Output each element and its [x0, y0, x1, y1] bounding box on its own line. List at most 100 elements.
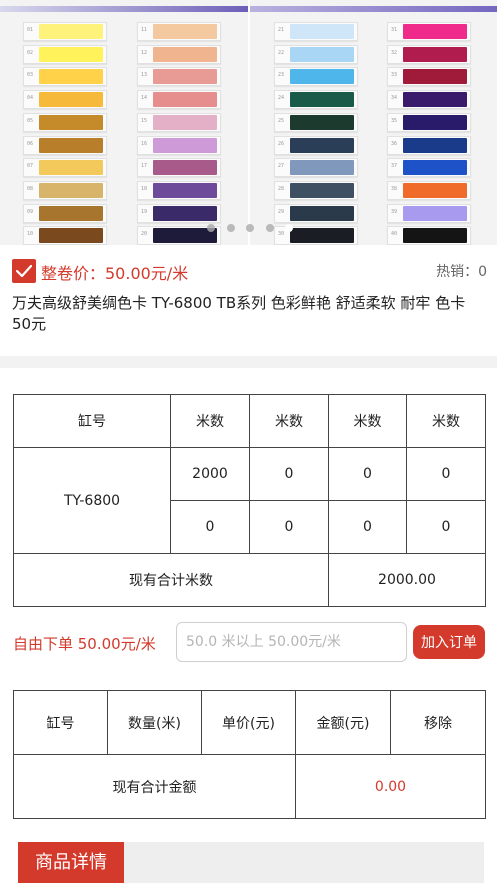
stock-table: 缸号 米数 米数 米数 米数 TY-6800 2000 0 0 0 0 0 0 … — [13, 394, 486, 607]
swatch-code: 29 — [278, 208, 285, 215]
color-swatch — [403, 24, 467, 39]
table-header-row: 缸号 米数 米数 米数 米数 — [13, 394, 486, 448]
swatch-code: 25 — [278, 117, 285, 124]
header-cell: 单价(元) — [201, 690, 296, 755]
color-swatch — [153, 114, 217, 130]
color-swatch-card: 29 — [274, 203, 358, 223]
color-swatch — [403, 92, 467, 108]
swatch-code: 13 — [141, 72, 148, 79]
swatch-code: 07 — [27, 163, 34, 170]
swatch-code: 18 — [141, 185, 148, 192]
color-swatch-card: 08 — [23, 180, 107, 200]
swatch-code: 19 — [141, 208, 148, 215]
color-swatch-card: 01 — [23, 22, 107, 41]
color-swatch-card: 05 — [23, 112, 107, 132]
carousel-dot[interactable] — [246, 224, 254, 232]
tab-product-details[interactable]: 商品详情 — [18, 842, 124, 883]
color-swatch — [403, 160, 467, 176]
color-swatch-card: 19 — [137, 203, 221, 223]
carousel-dots[interactable] — [0, 223, 497, 233]
color-swatch — [39, 46, 103, 62]
table-total-row: 现有合计米数 2000.00 — [13, 553, 486, 607]
order-quantity-input[interactable] — [176, 622, 407, 662]
header-cell: 数量(米) — [107, 690, 202, 755]
swatch-code: 12 — [141, 49, 148, 56]
total-meters-label: 现有合计米数 — [13, 553, 329, 607]
swatch-code: 26 — [278, 140, 285, 147]
table-total-row: 现有合计金额 0.00 — [13, 754, 486, 819]
color-swatch — [39, 24, 103, 39]
color-swatch-card: 09 — [23, 203, 107, 223]
color-swatch — [39, 92, 103, 108]
batch-number-cell[interactable]: TY-6800 — [13, 447, 171, 554]
meters-cell[interactable]: 0 — [406, 500, 486, 554]
color-swatch — [153, 46, 217, 62]
color-swatch-card: 31 — [387, 22, 471, 41]
color-swatch — [403, 137, 467, 153]
color-swatch-card: 24 — [274, 90, 358, 110]
whole-roll-checkbox[interactable] — [12, 259, 36, 283]
color-swatch-card: 33 — [387, 67, 471, 87]
color-swatch — [153, 92, 217, 108]
color-swatch-card: 23 — [274, 67, 358, 87]
swatch-code: 27 — [278, 163, 285, 170]
product-image-carousel[interactable]: 01 02 03 04 05 06 07 08 09 10 11 12 13 14 15 16 17 18 19 20… — [0, 0, 497, 245]
swatch-code: 33 — [391, 72, 398, 79]
color-swatch-card: 25 — [274, 112, 358, 132]
color-swatch — [403, 46, 467, 62]
swatch-code: 32 — [391, 49, 398, 56]
color-swatch — [153, 137, 217, 153]
free-order-row: 自由下单 50.00元/米 加入订单 — [13, 622, 485, 662]
carousel-dot[interactable] — [226, 224, 235, 232]
color-swatch-card: 04 — [23, 90, 107, 110]
swatch-code: 24 — [278, 95, 285, 102]
color-swatch — [39, 205, 103, 221]
swatch-code: 17 — [141, 163, 148, 170]
color-swatch — [153, 160, 217, 176]
color-swatch — [39, 182, 103, 198]
carousel-dot[interactable] — [265, 224, 274, 232]
product-page: 01 02 03 04 05 06 07 08 09 10 11 12 13 14 15 16 17 18 19 20… — [0, 0, 497, 883]
carousel-dot[interactable] — [285, 224, 293, 232]
free-order-label: 自由下单 50.00元/米 — [13, 635, 156, 653]
header-cell: 米数 — [406, 394, 486, 448]
header-cell: 金额(元) — [295, 690, 391, 755]
swatch-code: 15 — [141, 117, 148, 124]
color-swatch-card: 39 — [387, 203, 471, 223]
color-swatch — [403, 205, 467, 221]
meters-cell[interactable]: 0 — [328, 447, 407, 501]
meters-cell[interactable]: 2000 — [170, 447, 250, 501]
color-swatch-card: 15 — [137, 112, 221, 132]
meters-cell[interactable]: 0 — [170, 500, 250, 554]
carousel-dot[interactable] — [207, 224, 215, 232]
color-swatch-card: 27 — [274, 158, 358, 178]
swatch-code: 06 — [27, 140, 34, 147]
detail-tab-bar: 商品详情 — [18, 842, 484, 883]
meters-cell[interactable]: 0 — [249, 447, 329, 501]
add-to-order-button[interactable]: 加入订单 — [413, 625, 485, 659]
color-swatch-card: 11 — [137, 22, 221, 41]
color-swatch — [290, 46, 354, 62]
meters-cell[interactable]: 0 — [406, 447, 486, 501]
color-swatch-card: 12 — [137, 44, 221, 64]
color-swatch-card: 03 — [23, 67, 107, 87]
color-swatch-card: 17 — [137, 158, 221, 178]
meters-cell[interactable]: 0 — [328, 500, 407, 554]
image-divider — [248, 0, 250, 245]
color-swatch-card: 14 — [137, 90, 221, 110]
swatch-code: 04 — [27, 95, 34, 102]
section-divider — [0, 356, 497, 368]
meters-cell[interactable]: 0 — [249, 500, 329, 554]
swatch-code: 09 — [27, 208, 34, 215]
color-swatch-card: 38 — [387, 180, 471, 200]
color-swatch-card: 37 — [387, 158, 471, 178]
color-swatch — [290, 137, 354, 153]
color-swatch — [290, 205, 354, 221]
swatch-code: 11 — [141, 27, 148, 33]
color-swatch — [153, 24, 217, 39]
color-swatch-card: 28 — [274, 180, 358, 200]
color-swatch-card: 07 — [23, 158, 107, 178]
color-swatch-card: 02 — [23, 44, 107, 64]
color-swatch-card: 34 — [387, 90, 471, 110]
header-cell: 米数 — [328, 394, 407, 448]
